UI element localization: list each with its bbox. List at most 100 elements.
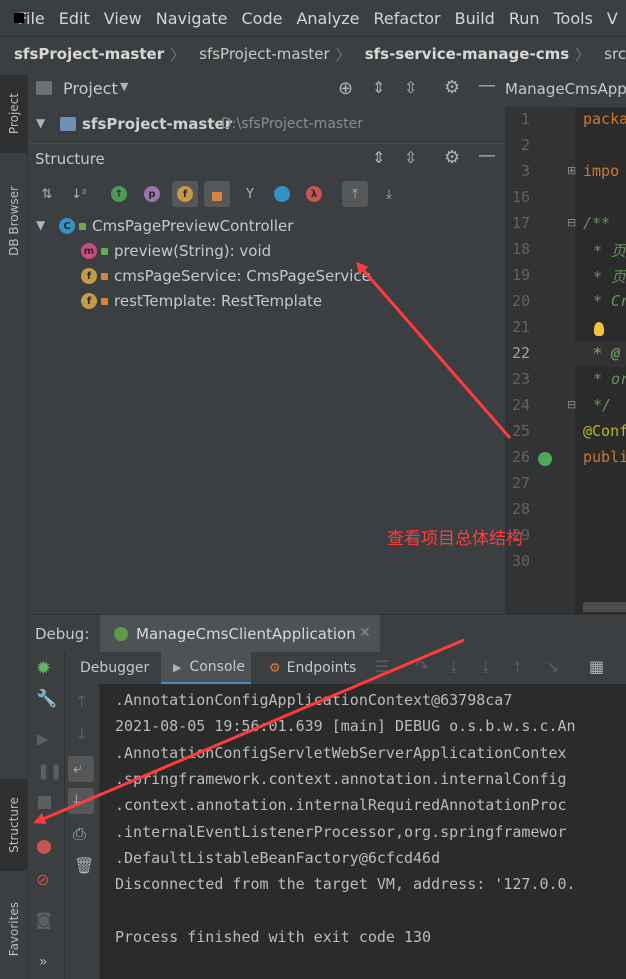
breadcrumb-separator: 〉	[335, 45, 351, 64]
wrench-icon[interactable]: 🔧	[36, 689, 57, 709]
tree-member-row[interactable]: f restTemplate: RestTemplate	[81, 289, 322, 313]
menu-navigate[interactable]: Navigate	[156, 9, 228, 28]
line-number: 28	[511, 500, 530, 518]
menu-analyze[interactable]: Analyze	[296, 9, 359, 28]
sort-alphabetically-icon[interactable]: ↓ᶻ	[70, 185, 88, 203]
breadcrumb-item[interactable]: sfs-service-manage-cms	[351, 45, 571, 63]
project-tree: ▼ sfsProject-master D:\sfsProject-master	[28, 107, 505, 143]
show-inherited-icon[interactable]: ↑	[110, 185, 128, 203]
soft-wrap-icon[interactable]: ⤶	[73, 758, 82, 778]
project-panel-title[interactable]: Project	[63, 79, 118, 98]
resume-icon[interactable]: ▶	[37, 730, 49, 748]
menu-lines-icon[interactable]: ☰	[375, 657, 389, 676]
tree-member-row[interactable]: m preview(String): void	[81, 239, 271, 263]
menu-run[interactable]: Run	[509, 9, 540, 28]
menu-edit[interactable]: Edit	[59, 9, 90, 28]
run-to-cursor-icon[interactable]: ↘	[546, 657, 559, 676]
menu-code[interactable]: Code	[242, 9, 283, 28]
autoscroll-from-source-icon[interactable]: ⤓	[380, 185, 398, 203]
expand-all-icon[interactable]: ⇕	[372, 148, 385, 167]
debug-label: Debug:	[35, 625, 90, 643]
tree-member-text: cmsPageService: CmsPageService	[114, 267, 371, 285]
breadcrumb-item[interactable]: sfsProject-master	[0, 45, 166, 63]
sort-visibility-icon[interactable]: ⇅	[38, 185, 56, 203]
code-line: impo	[583, 162, 620, 180]
tool-tab-favorites[interactable]: Favorites	[0, 883, 27, 975]
lock-icon[interactable]	[208, 185, 226, 203]
step-over-icon[interactable]: ↷	[415, 657, 428, 676]
trash-icon[interactable]: 🗑	[74, 856, 94, 875]
more-icon[interactable]: »	[39, 954, 48, 970]
scroll-to-end-icon[interactable]: ⤓	[73, 790, 80, 810]
up-arrow-icon[interactable]: ↑	[75, 692, 88, 711]
show-lambdas-icon[interactable]: λ	[305, 185, 323, 203]
menu-build[interactable]: Build	[455, 9, 495, 28]
breadcrumb-item[interactable]: src	[590, 45, 626, 63]
locate-icon[interactable]: ⊕	[338, 78, 353, 99]
code-line: * 页	[593, 268, 626, 286]
debug-panel-header: Debug: ManageCmsClientApplication ✕	[28, 614, 626, 654]
fold-minus-icon[interactable]: ⊟	[567, 216, 576, 229]
chevron-down-icon[interactable]: ▼	[120, 80, 128, 93]
rerun-debug-icon[interactable]: ✹	[36, 658, 51, 679]
show-anonymous-icon[interactable]	[273, 185, 291, 203]
menu-tools[interactable]: Tools	[554, 9, 593, 28]
field-icon: f	[81, 293, 97, 309]
horizontal-scrollbar[interactable]	[583, 602, 626, 612]
console-output[interactable]: .AnnotationConfigApplicationContext@6379…	[100, 684, 626, 979]
console-line: .AnnotationConfigServletWebServerApplica…	[115, 744, 567, 762]
line-number: 25	[511, 422, 530, 440]
fold-minus-icon[interactable]: ⊟	[567, 398, 576, 411]
tab-endpoints[interactable]: ⚙ Endpoints	[269, 652, 356, 684]
console-line: 2021-08-05 19:56:01.639 [main] DEBUG o.s…	[115, 717, 576, 735]
autoscroll-to-source-icon[interactable]: ⤒	[346, 185, 364, 203]
show-fields-icon[interactable]: f	[176, 185, 194, 203]
menu-refactor[interactable]: Refactor	[374, 9, 441, 28]
spring-bean-icon[interactable]	[538, 452, 552, 466]
gear-icon[interactable]: ⚙	[444, 77, 460, 98]
lightbulb-icon[interactable]	[594, 322, 604, 336]
minimize-icon[interactable]: —	[478, 145, 496, 166]
expand-all-icon[interactable]: ⇕	[372, 78, 385, 97]
step-into-icon[interactable]: ⤓	[450, 657, 457, 677]
force-step-into-icon[interactable]: ⤓	[482, 657, 489, 677]
menu-vcs[interactable]: V	[607, 9, 618, 28]
tree-class-node[interactable]: C CmsPagePreviewController	[59, 214, 293, 238]
camera-icon[interactable]: ◙	[36, 910, 52, 929]
view-breakpoints-icon[interactable]	[37, 840, 51, 854]
show-properties-icon[interactable]: p	[143, 185, 161, 203]
step-out-icon[interactable]: ⤒	[514, 657, 521, 677]
tool-tab-db-browser[interactable]: DB Browser	[0, 171, 27, 271]
close-icon[interactable]: ✕	[359, 625, 371, 641]
console-line: .context.annotation.internalRequiredAnno…	[115, 796, 567, 814]
tab-console[interactable]: ▶ Console	[161, 652, 251, 684]
print-icon[interactable]: ⎙	[73, 824, 86, 844]
line-number: 21	[511, 318, 530, 336]
chevron-down-icon[interactable]: ▼	[36, 116, 45, 130]
tab-debugger[interactable]: Debugger	[80, 652, 149, 684]
mute-breakpoints-icon[interactable]: ⊘	[36, 870, 49, 889]
minimize-icon[interactable]: —	[478, 75, 496, 96]
stop-icon[interactable]	[38, 796, 51, 809]
editor-tab[interactable]: ManageCmsAppli	[505, 80, 626, 98]
private-access-icon	[101, 297, 108, 305]
tree-member-row[interactable]: f cmsPageService: CmsPageService	[81, 264, 371, 288]
pause-icon[interactable]: ❚❚	[37, 762, 62, 780]
hierarchy-icon[interactable]: Y	[241, 185, 259, 203]
line-number: 26	[511, 448, 530, 466]
breadcrumb-item[interactable]: sfsProject-master	[185, 45, 332, 63]
console-icon: ▶	[173, 660, 182, 674]
collapse-all-icon[interactable]: ⇳	[404, 148, 417, 167]
gear-icon[interactable]: ⚙	[444, 147, 460, 168]
tool-tab-project[interactable]: Project	[0, 75, 27, 153]
line-number: 16	[511, 188, 530, 206]
project-root-name[interactable]: sfsProject-master	[82, 115, 232, 133]
tool-tab-structure[interactable]: Structure	[0, 779, 27, 871]
collapse-all-icon[interactable]: ⇳	[404, 78, 417, 97]
down-arrow-icon[interactable]: ↓	[75, 724, 88, 743]
grid-icon[interactable]: ▦	[589, 657, 604, 676]
chevron-down-icon[interactable]: ▼	[36, 218, 45, 232]
tool-tab-project-label: Project	[6, 93, 21, 135]
fold-plus-icon[interactable]: ⊞	[567, 164, 576, 177]
menu-view[interactable]: View	[104, 9, 142, 28]
